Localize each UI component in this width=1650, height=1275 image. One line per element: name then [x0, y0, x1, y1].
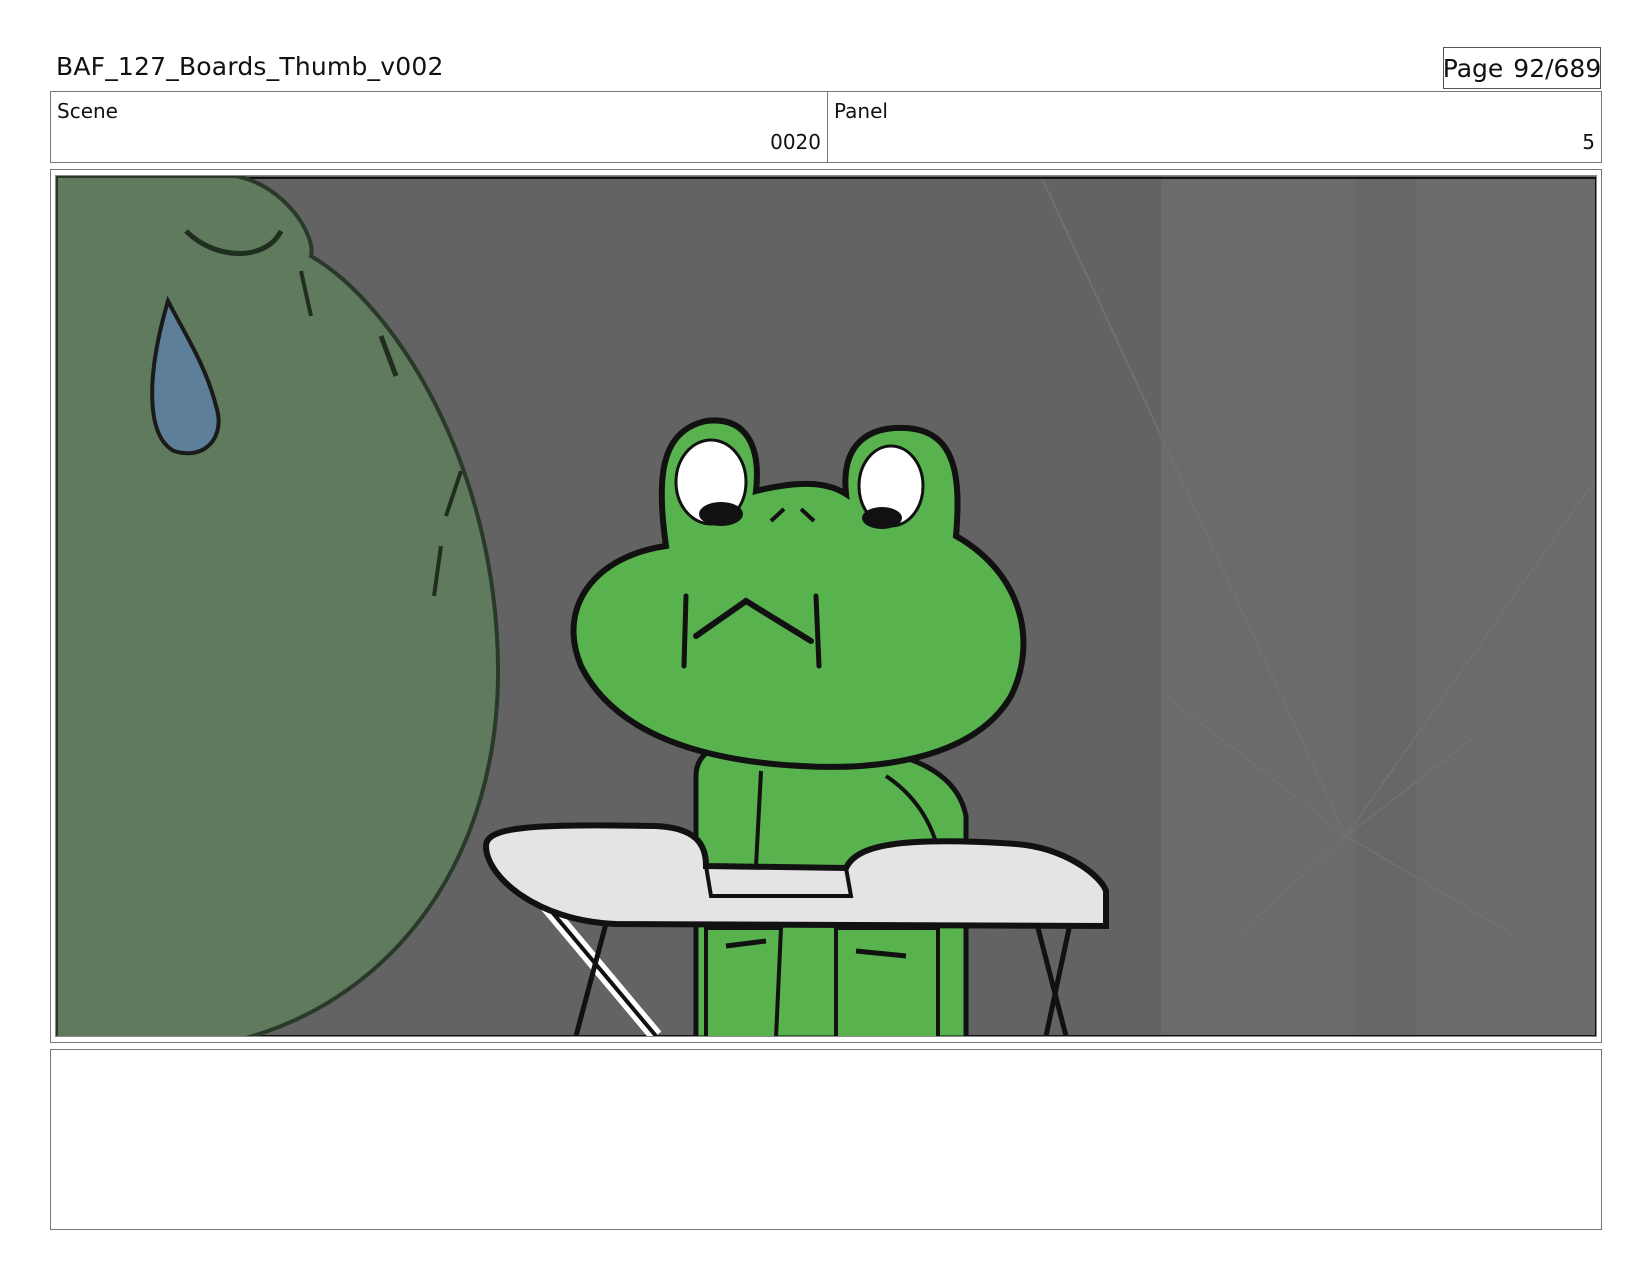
frog-left-pupil — [699, 502, 743, 526]
panel-cell: Panel 5 — [828, 92, 1601, 162]
frog-right-pupil — [862, 507, 902, 529]
page-label: Page — [1442, 53, 1504, 83]
storyboard-image — [55, 175, 1597, 1037]
document-title: BAF_127_Boards_Thumb_v002 — [56, 52, 444, 81]
scene-panel-info: Scene 0020 Panel 5 — [50, 91, 1602, 163]
scene-label: Scene — [57, 99, 118, 123]
panel-value: 5 — [1582, 130, 1595, 154]
frog-cheek-line — [813, 593, 822, 669]
panel-label: Panel — [834, 99, 888, 123]
page-indicator: Page 92/689 — [1443, 47, 1601, 89]
scene-cell: Scene 0020 — [51, 92, 828, 162]
background-pillar — [1356, 176, 1416, 1036]
storyboard-frame — [50, 169, 1602, 1043]
frog-lower-right — [834, 926, 940, 1036]
notes-box — [50, 1049, 1602, 1230]
scene-value: 0020 — [770, 130, 821, 154]
frog-cheek-line — [681, 593, 689, 669]
frog-illustration — [56, 176, 1596, 1036]
page-number: 92/689 — [1513, 53, 1602, 83]
